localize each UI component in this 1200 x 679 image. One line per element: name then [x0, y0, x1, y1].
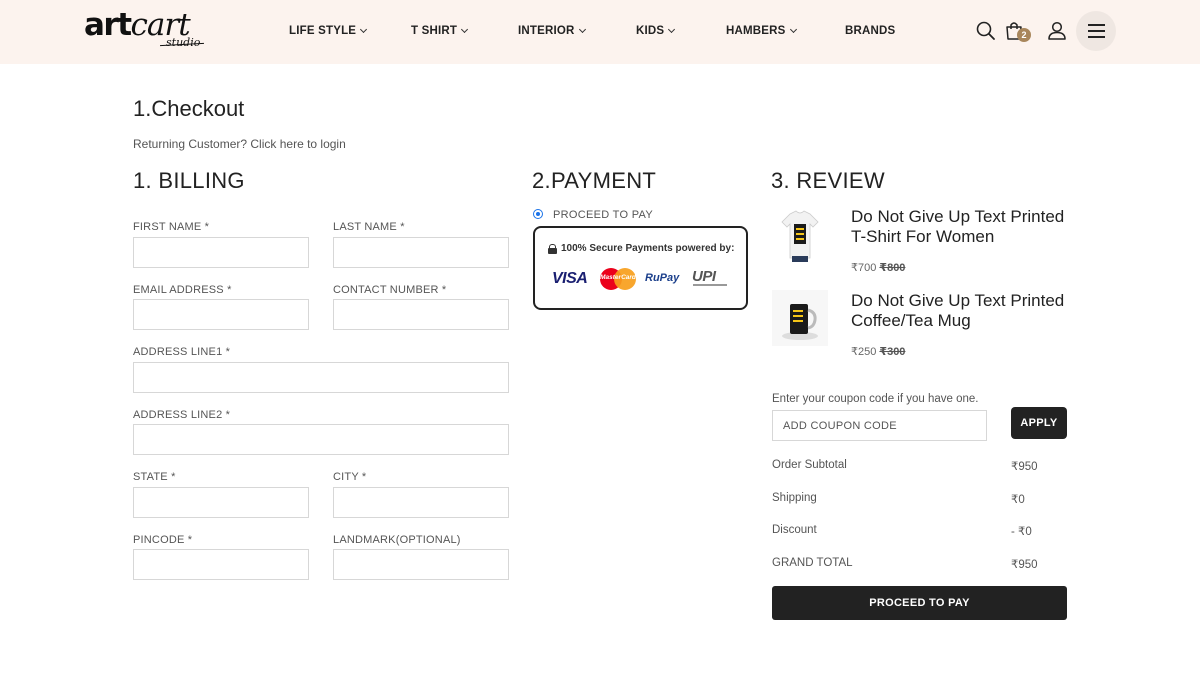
shipping-value: ₹0	[1011, 494, 1025, 506]
chevron-down-icon	[668, 25, 676, 34]
chevron-down-icon	[789, 25, 797, 34]
page-title: 1.Checkout	[133, 96, 245, 121]
proceed-to-pay-option-label[interactable]: PROCEED TO PAY	[553, 209, 653, 221]
state-label: STATE *	[133, 471, 176, 483]
address-line2-field[interactable]	[133, 424, 509, 455]
product-price: ₹250 ₹300	[851, 346, 906, 358]
apply-coupon-button[interactable]: APPLY	[1011, 407, 1067, 439]
shipping-label: Shipping	[772, 492, 817, 504]
nav-item-brands[interactable]: BRANDS	[845, 25, 895, 37]
visa-logo: VISA	[552, 270, 588, 287]
tshirt-image[interactable]	[772, 206, 828, 262]
email-field[interactable]	[133, 299, 309, 330]
mug-image[interactable]	[772, 290, 828, 346]
landmark-field[interactable]	[333, 549, 509, 580]
nav-item-hambers[interactable]: HAMBERS	[726, 25, 797, 37]
product-title[interactable]: Do Not Give Up Text Printed T-Shirt For …	[851, 207, 1081, 247]
product-title[interactable]: Do Not Give Up Text Printed Coffee/Tea M…	[851, 291, 1081, 331]
review-section-title: 3. REVIEW	[771, 168, 885, 193]
first-name-label: FIRST NAME *	[133, 221, 210, 233]
pincode-field[interactable]	[133, 549, 309, 580]
order-subtotal-value: ₹950	[1011, 461, 1038, 473]
hamburger-menu-icon[interactable]	[1076, 11, 1116, 51]
search-icon[interactable]	[975, 20, 997, 42]
logo-subtitle: studio	[166, 36, 201, 49]
returning-customer-login-link[interactable]: Returning Customer? Click here to login	[133, 137, 346, 151]
nav-item-kids[interactable]: KIDS	[636, 25, 676, 37]
contact-number-label: CONTACT NUMBER *	[333, 284, 447, 296]
upi-logo: UPI	[692, 268, 716, 285]
proceed-to-pay-radio[interactable]	[533, 209, 543, 219]
chevron-down-icon	[578, 25, 586, 34]
lock-icon	[548, 243, 557, 254]
site-header: artcart studio LIFE STYLE T SHIRT INTERI…	[0, 0, 1200, 64]
product-price: ₹700 ₹800	[851, 262, 906, 274]
nav-item-t-shirt[interactable]: T SHIRT	[411, 25, 469, 37]
discount-label: Discount	[772, 524, 817, 536]
coupon-hint: Enter your coupon code if you have one.	[772, 393, 979, 405]
upi-logo-underline	[693, 284, 727, 286]
chevron-down-icon	[461, 25, 469, 34]
cart-count-badge: 2	[1017, 28, 1031, 42]
contact-number-field[interactable]	[333, 299, 509, 330]
payment-section-title: 2.PAYMENT	[532, 168, 657, 193]
last-name-field[interactable]	[333, 237, 509, 268]
address-line1-label: ADDRESS LINE1 *	[133, 346, 231, 358]
grand-total-value: ₹950	[1011, 559, 1038, 571]
proceed-to-pay-button[interactable]: PROCEED TO PAY	[772, 586, 1067, 620]
email-label: EMAIL ADDRESS *	[133, 284, 232, 296]
chevron-down-icon	[360, 25, 368, 34]
address-line1-field[interactable]	[133, 362, 509, 393]
first-name-field[interactable]	[133, 237, 309, 268]
billing-section-title: 1. BILLING	[133, 168, 245, 193]
order-subtotal-label: Order Subtotal	[772, 459, 847, 471]
secure-payments-text: 100% Secure Payments powered by:	[548, 243, 734, 254]
nav-item-interior[interactable]: INTERIOR	[518, 25, 586, 37]
pincode-label: PINCODE *	[133, 534, 193, 546]
user-icon[interactable]	[1046, 20, 1068, 42]
city-field[interactable]	[333, 487, 509, 518]
last-name-label: LAST NAME *	[333, 221, 405, 233]
mastercard-logo: MasterCard	[600, 268, 636, 290]
address-line2-label: ADDRESS LINE2 *	[133, 409, 231, 421]
landmark-label: LANDMARK(OPTIONAL)	[333, 534, 461, 546]
coupon-code-input[interactable]	[772, 410, 987, 441]
nav-item-life-style[interactable]: LIFE STYLE	[289, 25, 368, 37]
rupay-logo: RuPay	[645, 272, 680, 284]
city-label: CITY *	[333, 471, 367, 483]
grand-total-label: GRAND TOTAL	[772, 557, 853, 569]
state-field[interactable]	[133, 487, 309, 518]
brand-logo[interactable]: artcart studio	[84, 10, 208, 54]
discount-value: - ₹0	[1011, 526, 1032, 538]
